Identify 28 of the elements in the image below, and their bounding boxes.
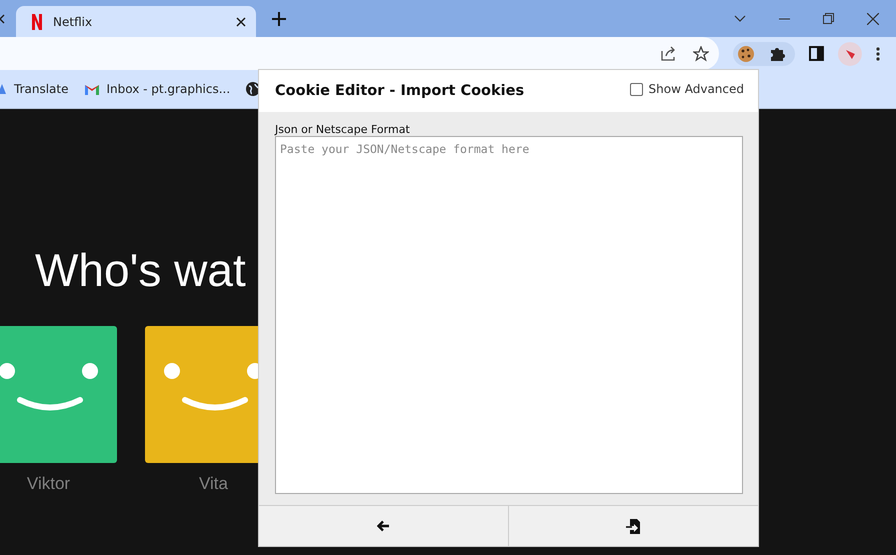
- share-icon[interactable]: [661, 46, 678, 61]
- chevron-down-icon[interactable]: [734, 15, 746, 22]
- field-label: Json or Netscape Format: [275, 123, 411, 136]
- cookie-text-field[interactable]: Paste your JSON/Netscape format here: [275, 136, 743, 494]
- n-logo-icon: [32, 14, 42, 30]
- more-menu-icon[interactable]: [876, 46, 880, 60]
- dialog-title: Cookie Editor - Import Cookies: [275, 83, 524, 99]
- browser-tab[interactable]: Netflix: [16, 6, 256, 37]
- minimize-icon[interactable]: [779, 18, 790, 20]
- restore-icon[interactable]: [823, 13, 834, 24]
- profile-option[interactable]: Viktor: [0, 326, 117, 494]
- close-icon[interactable]: [236, 16, 246, 26]
- bookmark[interactable]: Inbox - pt.graphics...: [84, 82, 230, 96]
- profile-avatar-icon[interactable]: [838, 42, 862, 66]
- star-icon[interactable]: [693, 46, 710, 62]
- side-panel-icon[interactable]: [809, 46, 824, 61]
- arrow-left-icon: [377, 520, 390, 532]
- page-heading: Who's wat: [35, 243, 246, 297]
- show-advanced-checkbox[interactable]: Show Advanced: [630, 82, 744, 96]
- close-icon[interactable]: [867, 12, 879, 24]
- bookmark[interactable]: Translate: [0, 82, 68, 96]
- translate-icon: [0, 82, 6, 96]
- file-import-icon: [626, 518, 641, 534]
- mail-icon: [84, 84, 98, 94]
- new-tab-icon[interactable]: [272, 12, 286, 26]
- puzzle-icon[interactable]: [769, 46, 786, 62]
- tab-title: Netflix: [53, 14, 94, 28]
- cookie-icon[interactable]: [737, 44, 756, 62]
